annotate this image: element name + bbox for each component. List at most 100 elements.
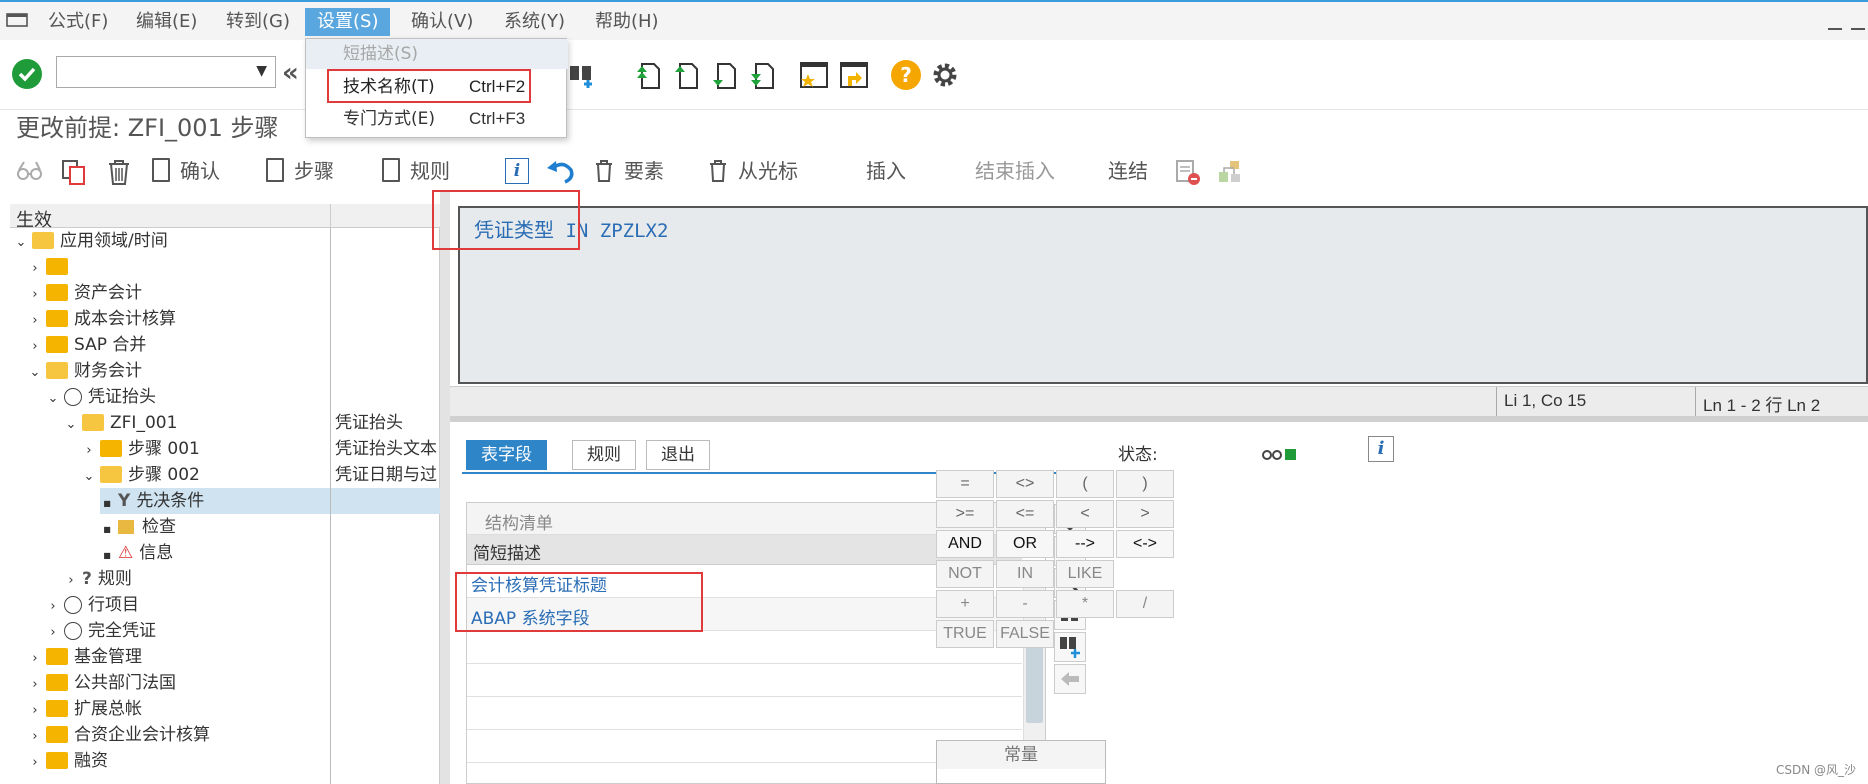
maximize-icon[interactable]: [1851, 28, 1865, 30]
op-multiply-button[interactable]: *: [1056, 590, 1114, 618]
chevron-right-icon[interactable]: ›: [28, 308, 42, 334]
chevron-right-icon[interactable]: ›: [28, 698, 42, 724]
chevron-right-icon[interactable]: ›: [28, 256, 42, 282]
minimize-icon[interactable]: [1828, 28, 1842, 30]
op-true-button[interactable]: TRUE: [936, 620, 994, 648]
first-page-icon[interactable]: [634, 58, 666, 92]
tree-node-extended-ledger[interactable]: › 扩展总帐: [28, 696, 142, 722]
menu-formula[interactable]: 公式(F): [36, 8, 120, 36]
op-not-button[interactable]: NOT: [936, 560, 994, 588]
op-in-button[interactable]: IN: [996, 560, 1054, 588]
menu-help[interactable]: 帮助(H): [583, 8, 671, 36]
undo-icon[interactable]: [545, 158, 575, 184]
next-page-icon[interactable]: [710, 58, 742, 92]
chevron-right-icon[interactable]: ›: [28, 282, 42, 308]
chevron-right-icon[interactable]: ›: [64, 568, 78, 594]
chevron-right-icon[interactable]: ›: [28, 646, 42, 672]
arrow-left-icon[interactable]: [1054, 664, 1086, 694]
op-gte-button[interactable]: >=: [936, 500, 994, 528]
confirm-button[interactable]: 确认: [152, 156, 220, 186]
delete-icon[interactable]: [106, 158, 132, 186]
chevron-right-icon[interactable]: ›: [82, 438, 96, 464]
tree-node-cost-accounting[interactable]: › 成本会计核算: [28, 306, 176, 332]
op-divide-button[interactable]: /: [1116, 590, 1174, 618]
tab-rules[interactable]: 规则: [572, 440, 636, 470]
delete-link-icon[interactable]: [1174, 158, 1202, 186]
new-session-icon[interactable]: [798, 58, 830, 92]
tree-node-message[interactable]: ■ ⚠ 信息: [100, 540, 173, 566]
chevron-right-icon[interactable]: ›: [46, 594, 60, 620]
structure-icon[interactable]: [1216, 158, 1244, 186]
op-like-button[interactable]: LIKE: [1056, 560, 1114, 588]
condition-editor[interactable]: 凭证类型 IN ZPZLX2: [458, 206, 1868, 384]
copy-icon[interactable]: [60, 158, 88, 186]
rule-button[interactable]: 规则: [382, 156, 450, 186]
chevron-down-icon[interactable]: ▼: [256, 63, 267, 79]
tree-node-public-sector-france[interactable]: › 公共部门法国: [28, 670, 176, 696]
chevron-down-icon[interactable]: ⌄: [64, 412, 78, 438]
constants-field[interactable]: [936, 769, 1106, 784]
insert-button[interactable]: 插入: [866, 156, 906, 186]
op-implies-button[interactable]: -->: [1056, 530, 1114, 558]
op-and-button[interactable]: AND: [936, 530, 994, 558]
enter-check-icon[interactable]: [12, 59, 42, 89]
chevron-right-icon[interactable]: ›: [28, 672, 42, 698]
command-field[interactable]: ▼: [56, 56, 276, 88]
tree-node-check[interactable]: ■ 检查: [100, 514, 176, 540]
glasses-icon[interactable]: [16, 158, 44, 184]
op-close-paren-button[interactable]: ): [1116, 470, 1174, 498]
vertical-splitter[interactable]: [440, 192, 450, 784]
chevron-down-icon[interactable]: ⌄: [14, 230, 28, 256]
chevron-right-icon[interactable]: ›: [46, 620, 60, 646]
chevron-down-icon[interactable]: ⌄: [46, 386, 60, 412]
chevron-down-icon[interactable]: ⌄: [82, 464, 96, 490]
menu-system[interactable]: 系统(Y): [492, 8, 577, 36]
find-next-icon[interactable]: [1054, 632, 1086, 662]
tree-node-step-002[interactable]: ⌄ 步骤 002: [82, 462, 200, 488]
previous-page-icon[interactable]: [672, 58, 704, 92]
op-equal-button[interactable]: =: [936, 470, 994, 498]
menu-item-special-mode[interactable]: 专门方式(E) Ctrl+F3: [306, 104, 568, 134]
op-lte-button[interactable]: <=: [996, 500, 1054, 528]
back-icon[interactable]: «: [282, 58, 299, 88]
app-menu-icon[interactable]: [6, 12, 28, 28]
tree-node-zfi001[interactable]: ⌄ ZFI_001: [64, 410, 178, 438]
tree-node-sap-consolidation[interactable]: › SAP 合并: [28, 332, 146, 358]
tree-node-document-header[interactable]: ⌄ 凭证抬头: [46, 384, 156, 410]
from-cursor-button[interactable]: 从光标: [708, 156, 798, 186]
gear-icon[interactable]: [929, 58, 961, 92]
menu-confirm[interactable]: 确认(V): [399, 8, 485, 36]
op-not-equal-button[interactable]: <>: [996, 470, 1054, 498]
constants-header[interactable]: 常量: [936, 740, 1106, 770]
link-button[interactable]: 连结: [1108, 156, 1148, 186]
tree-node-rule[interactable]: ›? 规则: [64, 566, 131, 594]
op-or-button[interactable]: OR: [996, 530, 1054, 558]
tree-node-unnamed[interactable]: ›: [28, 254, 74, 280]
op-open-paren-button[interactable]: (: [1056, 470, 1114, 498]
end-insert-button[interactable]: 结束插入: [975, 156, 1055, 186]
shortcut-icon[interactable]: [838, 58, 870, 92]
op-minus-button[interactable]: -: [996, 590, 1054, 618]
tree-node-step-001[interactable]: › 步骤 001: [82, 436, 199, 464]
tree-node-prerequisite[interactable]: ■ Y 先决条件: [100, 488, 330, 514]
op-lt-button[interactable]: <: [1056, 500, 1114, 528]
tree-node-line-item[interactable]: › 行项目: [46, 592, 139, 618]
op-false-button[interactable]: FALSE: [996, 620, 1054, 648]
menu-goto[interactable]: 转到(G): [214, 8, 302, 36]
op-equivalent-button[interactable]: <->: [1116, 530, 1174, 558]
tree-node-financial-accounting[interactable]: ⌄ 财务会计: [28, 358, 142, 384]
menu-edit[interactable]: 编辑(E): [124, 8, 209, 36]
tree-node-asset-accounting[interactable]: › 资产会计: [28, 280, 142, 306]
chevron-right-icon[interactable]: ›: [28, 334, 42, 360]
tab-table-fields[interactable]: 表字段: [466, 440, 547, 470]
menu-settings[interactable]: 设置(S): [305, 8, 391, 36]
chevron-right-icon[interactable]: ›: [28, 750, 42, 776]
info-icon[interactable]: i: [1368, 436, 1394, 462]
chevron-right-icon[interactable]: ›: [28, 724, 42, 750]
element-button[interactable]: 要素: [594, 156, 664, 186]
menu-item-technical-name[interactable]: 技术名称(T) Ctrl+F2: [306, 72, 568, 102]
tree-node-financing[interactable]: › 融资: [28, 748, 108, 774]
op-gt-button[interactable]: >: [1116, 500, 1174, 528]
help-icon[interactable]: ?: [891, 60, 921, 90]
tab-exit[interactable]: 退出: [646, 440, 710, 470]
